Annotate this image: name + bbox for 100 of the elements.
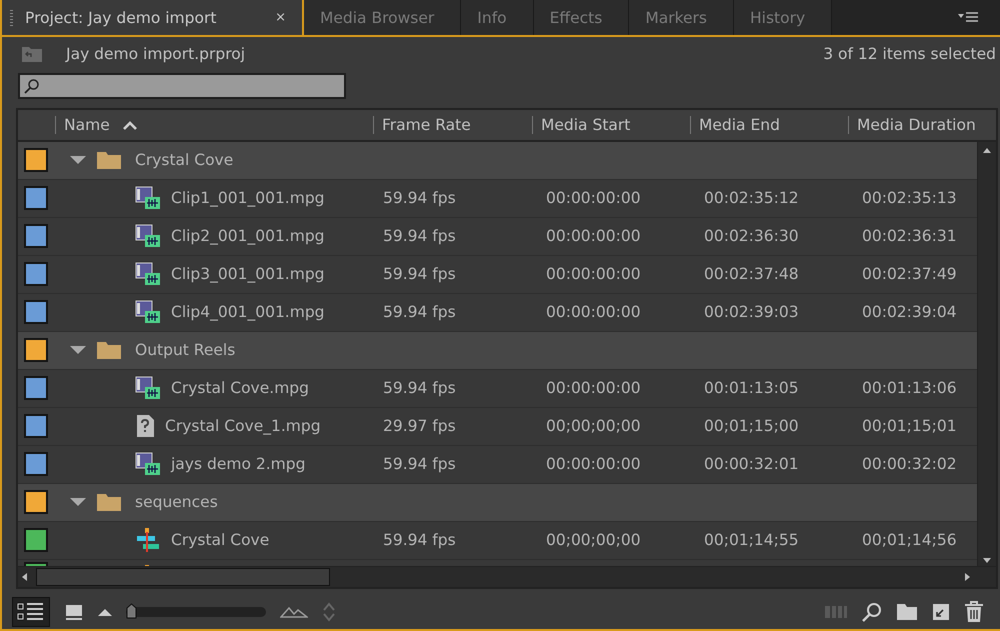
label-color-chip[interactable] [24,376,48,400]
clip-name: Crystal Cove.mpg [171,379,309,398]
sort-ascending-icon[interactable] [122,120,138,130]
list-view-button[interactable] [12,597,50,627]
table-cell-text: 00;01;14;55 [703,531,800,550]
large-mountains-icon[interactable] [280,606,308,618]
table-cell-text: 29.97 fps [382,417,457,436]
table-cell-text: 00:00:00:00 [545,265,642,284]
folder-icon [97,493,121,512]
clip-name: Clip1_001_001.mpg [171,189,325,208]
clip-name: Clip2_001_001.mpg [171,227,325,246]
column-header[interactable]: Name [55,116,373,134]
folder-icon [97,151,121,170]
label-color-chip[interactable] [24,490,48,514]
table-cell-text: 00:00:32:01 [703,455,800,474]
video-clip-icon [135,376,161,400]
table-cell-text: 00:02:36:31 [861,227,958,246]
video-clip-icon [135,300,161,324]
label-color-chip[interactable] [24,338,48,362]
table-cell-text: 59.94 fps [382,531,457,550]
table-cell-text: 00:00:00:00 [545,303,642,322]
scroll-thumb[interactable] [36,568,330,586]
label-color-chip[interactable] [24,148,48,172]
label-color-chip[interactable] [24,186,48,210]
table-cell-text: 00;00;00;00 [545,531,642,550]
unknown-file-icon [135,414,155,438]
table-cell-text: 59.94 fps [382,227,457,246]
table-cell-text: 00:02:35:13 [861,189,958,208]
table-cell-text: 59.94 fps [382,303,457,322]
table-cell-text: 00;00;00;00 [545,417,642,436]
icon-view-button[interactable] [64,603,84,621]
panel-tab[interactable]: Markers [629,0,734,35]
expanded-triangle-icon[interactable] [69,155,87,166]
table-cell-text: 00:00:00:00 [545,379,642,398]
label-color-chip[interactable] [24,300,48,324]
label-color-chip[interactable] [24,224,48,248]
slider-thumb[interactable] [126,603,137,619]
column-header[interactable]: Frame Rate [373,116,532,134]
table-cell-text: 00:02:39:03 [703,303,800,322]
table-cell-text: 00;01;15;01 [861,417,958,436]
small-mountain-icon[interactable] [98,608,112,616]
project-file-name: Jay demo import.prproj [66,45,246,63]
table-cell-text: 00:01:13:05 [703,379,800,398]
table-cell-text: 00:02:37:48 [703,265,800,284]
label-color-chip[interactable] [24,452,48,476]
table-cell-text: 59.94 fps [382,189,457,208]
table-cell-text: 00:02:35:12 [703,189,800,208]
bin-row[interactable]: Crystal Cove [18,142,977,180]
bin-name: Crystal Cove [135,151,234,170]
table-cell-text: 59.94 fps [382,455,457,474]
horizontal-scrollbar[interactable] [18,566,996,587]
folder-icon [97,341,121,360]
table-cell-text: 00:02:37:49 [861,265,958,284]
list-view-icon[interactable] [17,601,45,623]
panel-tab[interactable]: Media Browser [304,0,462,35]
bin-name: Output Reels [135,341,236,360]
bin-row[interactable]: Output Reels [18,332,977,370]
search-field[interactable] [18,73,346,99]
clip-name: Crystal Cove [171,531,270,550]
video-clip-icon [135,262,161,286]
clip-name: Clip3_001_001.mpg [171,265,325,284]
table-cell-text: 00:00:00:00 [545,455,642,474]
table-cell-text: 00:00:00:00 [545,189,642,208]
video-clip-icon [135,224,161,248]
new-item-icon[interactable] [932,603,950,621]
expanded-triangle-icon[interactable] [69,497,87,508]
panel-menu-icon[interactable] [958,10,978,24]
table-cell-text: 00:01:13:06 [861,379,958,398]
panel-tab[interactable]: Effects [534,0,630,35]
selection-status: 3 of 12 items selected [823,45,996,63]
label-color-chip[interactable] [24,528,48,552]
panel-tab[interactable]: Info [461,0,534,35]
table-cell-text: 00;01;15;00 [703,417,800,436]
clip-name: Crystal Cove_1.mpg [165,417,321,436]
search-icon [24,78,40,94]
expanded-triangle-icon[interactable] [69,345,87,356]
table-cell-text: 00;01;14;56 [861,531,958,550]
bin-row[interactable]: sequences [18,484,977,522]
vertical-scrollbar[interactable] [977,142,996,566]
video-clip-icon [135,452,161,476]
new-bin-icon[interactable] [896,603,918,621]
close-button[interactable]: × [275,10,286,25]
panel-tab[interactable]: History [734,0,832,35]
panel-tab[interactable]: Project: Jay demo import × [2,0,304,35]
column-header[interactable]: Media Duration [848,116,996,134]
table-cell-text: 00:00:00:00 [545,227,642,246]
column-header[interactable]: Media End [690,116,848,134]
table-cell-text: 59.94 fps [382,379,457,398]
column-header[interactable]: Media Start [532,116,690,134]
bin-name: sequences [135,493,218,512]
trash-icon[interactable] [964,601,984,623]
table-cell-text: 00:00:32:02 [861,455,958,474]
table-cell-text: 00:02:39:04 [861,303,958,322]
table-cell-text: 59.94 fps [382,265,457,284]
label-color-chip[interactable] [24,262,48,286]
clip-name: Clip4_001_001.mpg [171,303,325,322]
label-color-chip[interactable] [24,414,48,438]
clip-name: jays demo 2.mpg [171,455,306,474]
search-icon[interactable] [862,602,882,622]
table-cell-text: 00:02:36:30 [703,227,800,246]
